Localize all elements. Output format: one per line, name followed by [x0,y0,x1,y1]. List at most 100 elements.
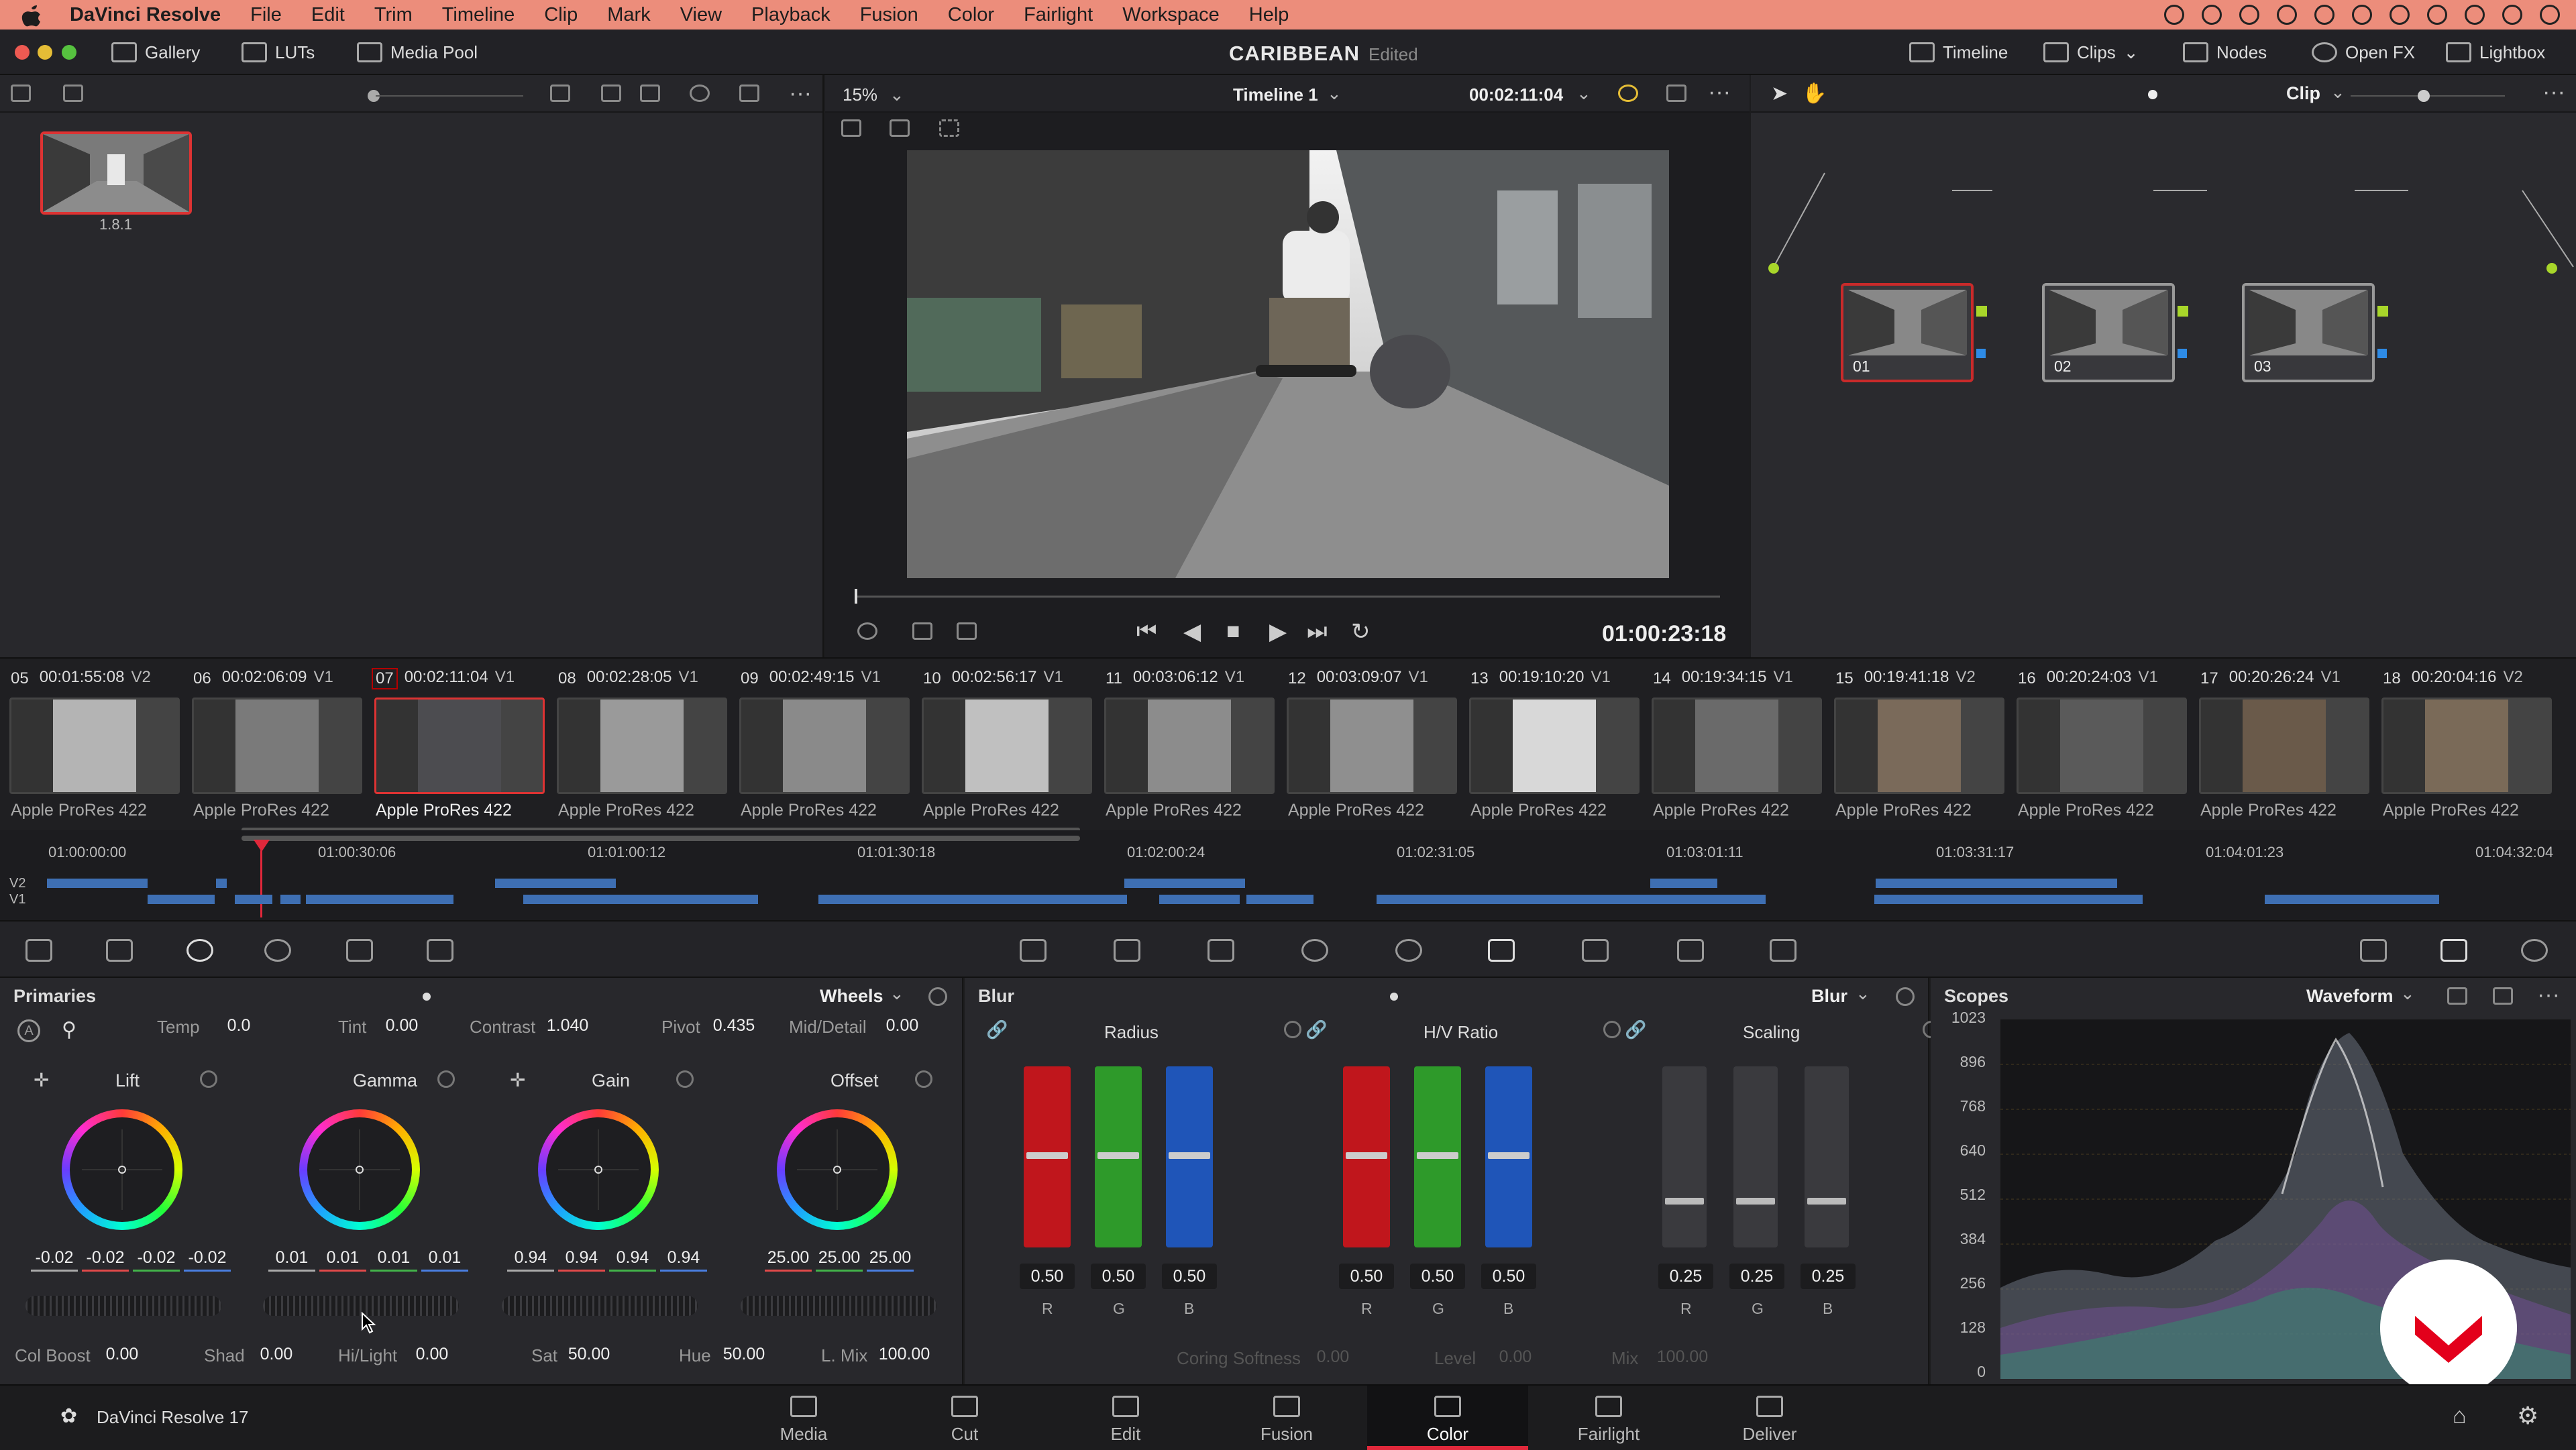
slider-knob[interactable] [1169,1152,1210,1159]
bypass-icon[interactable] [1618,85,1638,102]
reset-icon[interactable] [1896,987,1915,1006]
clip-segment-v2[interactable] [1124,879,1245,888]
hvratio-slider[interactable] [1485,1066,1532,1247]
speaker-icon[interactable] [957,622,977,640]
layers-icon[interactable] [912,622,932,640]
page-dot[interactable] [1390,993,1398,1001]
menu-view[interactable]: View [665,4,737,26]
sort-icon[interactable] [550,85,570,102]
scopes-icon[interactable] [2440,939,2467,962]
slider-knob[interactable] [1417,1152,1458,1159]
picker-icon[interactable]: ⚲ [62,1018,76,1042]
tab-clips[interactable]: Clips ⌄ [2043,30,2139,75]
scaling-value[interactable]: 0.25 [1729,1264,1784,1289]
blur-mode[interactable]: Blur [1811,986,1847,1007]
page-tab-fusion[interactable]: Fusion [1206,1386,1367,1450]
radius-value[interactable]: 0.50 [1020,1264,1075,1289]
clip-item[interactable]: 05 00:01:55:08 V2 Apple ProRes 422 [0,659,182,832]
expand-icon[interactable] [739,85,759,102]
control-center-icon[interactable] [2502,5,2522,25]
hue-value[interactable]: 50.00 [715,1341,773,1367]
radius-slider[interactable] [1166,1066,1213,1247]
offset-value[interactable]: 25.00 [765,1246,812,1272]
slider-knob[interactable] [1736,1198,1775,1205]
color-match-icon[interactable] [106,939,133,962]
search-icon[interactable] [690,85,710,102]
clip-thumbnail[interactable] [1287,698,1457,794]
timeline-scrollbar[interactable] [241,836,1080,841]
tint-value[interactable]: 0.00 [373,1013,431,1038]
menu-color[interactable]: Color [933,4,1009,26]
menu-list-icon[interactable] [2540,5,2560,25]
3d-icon[interactable] [1770,939,1796,962]
shad-value[interactable]: 0.00 [252,1341,301,1367]
more-options-icon[interactable]: ··· [789,80,812,107]
crosshair-picker-icon[interactable]: ✛ [34,1069,49,1091]
node-alpha-output[interactable] [2377,349,2387,358]
play-reverse-icon[interactable]: ◀ [1183,618,1201,645]
clip-item[interactable]: 12 00:03:09:07 V1 Apple ProRes 422 [1277,659,1460,832]
clip-thumbnail[interactable] [2199,698,2369,794]
clip-segment-v1[interactable] [1159,895,1240,904]
play-icon[interactable]: ▶ [1269,618,1287,645]
scopes-mode[interactable]: Waveform [2306,986,2394,1007]
menu-trim[interactable]: Trim [360,4,427,26]
gain-wheel[interactable] [538,1109,659,1230]
node-rgb-output[interactable] [2377,306,2388,317]
clip-item[interactable]: 13 00:19:10:20 V1 Apple ProRes 422 [1460,659,1642,832]
scaling-slider[interactable] [1805,1066,1849,1247]
clip-thumbnail[interactable] [739,698,910,794]
import-still-icon[interactable] [63,85,83,102]
clip-item[interactable]: 17 00:20:26:24 V1 Apple ProRes 422 [2190,659,2372,832]
curves-icon[interactable] [1020,939,1046,962]
timeline-name[interactable]: Timeline 1 [1233,85,1318,105]
lift-value[interactable]: -0.02 [31,1246,78,1272]
page-dot[interactable] [423,993,431,1001]
reset-icon[interactable] [200,1070,217,1088]
minimize-window-icon[interactable] [38,45,52,60]
clip-item[interactable]: 14 00:19:34:15 V1 Apple ProRes 422 [1642,659,1825,832]
wheel-center-handle[interactable] [833,1166,841,1174]
hand-icon[interactable]: ✋ [1802,82,1827,105]
pivot-value[interactable]: 0.435 [704,1013,763,1038]
lift-value[interactable]: -0.02 [133,1246,180,1272]
gain-value[interactable]: 0.94 [507,1246,554,1272]
clip-segment-v1[interactable] [818,895,1127,904]
page-tab-fairlight[interactable]: Fairlight [1528,1386,1689,1450]
clip-segment-v2[interactable] [1650,879,1717,888]
tab-lightbox[interactable]: Lightbox [2446,30,2545,75]
menu-fusion[interactable]: Fusion [845,4,933,26]
node-mode[interactable]: Clip [2286,83,2320,104]
gain-value[interactable]: 0.94 [558,1246,605,1272]
sync-icon[interactable] [2277,5,2297,25]
hvratio-value[interactable]: 0.50 [1410,1264,1465,1289]
go-to-end-icon[interactable]: ⏭ [1307,618,1328,645]
gamma-wheel[interactable] [299,1109,420,1230]
radius-value[interactable]: 0.50 [1162,1264,1217,1289]
rgb-mixer-icon[interactable] [346,939,373,962]
clip-segment-v1[interactable] [1874,895,2143,904]
clip-item[interactable]: 16 00:20:24:03 V1 Apple ProRes 422 [2007,659,2190,832]
menu-clip[interactable]: Clip [529,4,592,26]
lift-value[interactable]: -0.02 [184,1246,231,1272]
clip-thumbnail[interactable] [374,698,545,794]
clip-item[interactable]: 08 00:02:28:05 V1 Apple ProRes 422 [547,659,730,832]
stop-icon[interactable]: ■ [1226,618,1240,645]
hvratio-value[interactable]: 0.50 [1481,1264,1536,1289]
tab-gallery[interactable]: Gallery [111,30,200,75]
tab-nodes[interactable]: Nodes [2183,30,2267,75]
page-tab-edit[interactable]: Edit [1045,1386,1206,1450]
colboost-value[interactable]: 0.00 [95,1341,149,1367]
grid-icon[interactable] [890,119,910,137]
scaling-slider[interactable] [1662,1066,1707,1247]
tab-openfx[interactable]: Open FX [2312,30,2415,75]
window-icon[interactable] [1301,939,1328,962]
gamma-value[interactable]: 0.01 [421,1246,468,1272]
sizing-icon[interactable] [1677,939,1704,962]
magic-wand-icon[interactable] [857,622,877,640]
clip-segment-v1[interactable] [523,895,758,904]
keyframes-icon[interactable] [2360,939,2387,962]
list-view-icon[interactable] [640,85,660,102]
wheel-center-handle[interactable] [356,1166,364,1174]
hvratio-slider[interactable] [1414,1066,1461,1247]
